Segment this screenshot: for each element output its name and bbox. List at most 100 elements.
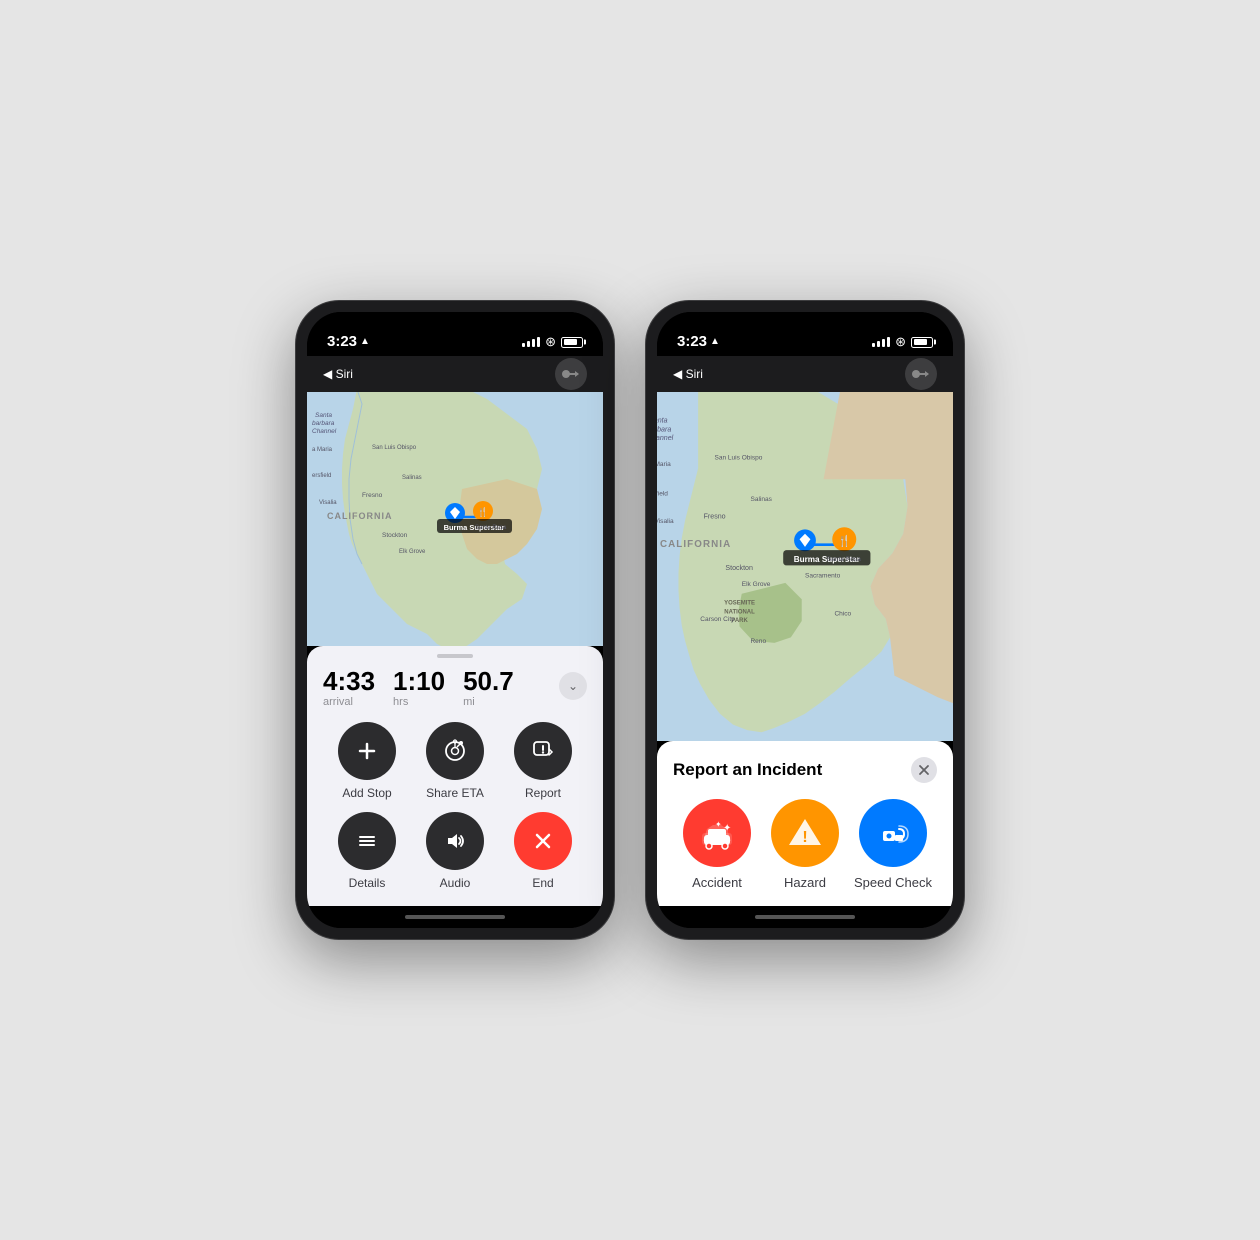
right-map-area: 🍴 Burma Superstar Santa barbara Channel …: [657, 392, 953, 741]
left-phone: 3:23 ▲ ⊛: [295, 300, 615, 940]
left-bottom-sheet: 4:33 arrival 1:10 hrs 50.7 mi ⌄: [307, 646, 603, 906]
share-eta-icon: [443, 739, 467, 763]
end-button[interactable]: End: [499, 812, 587, 890]
left-home-bar: [307, 906, 603, 928]
svg-text:barbara: barbara: [312, 420, 335, 427]
svg-text:Channel: Channel: [657, 434, 674, 442]
svg-text:CALIFORNIA: CALIFORNIA: [327, 511, 393, 521]
svg-text:Santa: Santa: [657, 417, 668, 425]
svg-text:San Luis Obispo: San Luis Obispo: [372, 445, 417, 451]
nav-arrow-icon: [555, 358, 587, 390]
details-label: Details: [349, 876, 386, 890]
plus-icon: [356, 740, 378, 762]
accident-button[interactable]: ✦ ✦ Accident: [673, 799, 761, 890]
incident-options-grid: ✦ ✦ Accident !: [673, 799, 937, 890]
speed-check-label: Speed Check: [854, 875, 932, 890]
share-eta-label: Share ETA: [426, 786, 484, 800]
svg-text:San Luis Obispo: San Luis Obispo: [714, 455, 762, 462]
wifi-icon: ⊛: [545, 334, 556, 350]
left-map-area: 🍴 Burma Superstar Santa barbara Channel …: [307, 392, 603, 646]
speed-check-icon: [875, 815, 911, 851]
svg-text:a Maria: a Maria: [312, 447, 333, 453]
share-eta-button[interactable]: Share ETA: [411, 722, 499, 800]
expand-chevron-button[interactable]: ⌄: [559, 672, 587, 700]
map-svg: 🍴 Burma Superstar Santa barbara Channel …: [307, 392, 603, 646]
svg-text:Elk Grove: Elk Grove: [742, 581, 771, 588]
svg-text:Visalia: Visalia: [319, 500, 337, 506]
right-home-bar: [657, 906, 953, 928]
svg-text:Salinas: Salinas: [750, 496, 772, 503]
right-wifi-icon: ⊛: [895, 334, 906, 350]
svg-text:barbara: barbara: [657, 425, 671, 433]
svg-text:Visalia: Visalia: [657, 518, 674, 525]
location-arrow-icon: ▲: [360, 336, 370, 347]
audio-button[interactable]: Audio: [411, 812, 499, 890]
right-phone: 3:23 ▲ ⊛: [645, 300, 965, 940]
accident-label: Accident: [692, 875, 742, 890]
incident-title: Report an Incident: [673, 760, 822, 780]
svg-text:NATIONAL: NATIONAL: [724, 609, 755, 615]
svg-text:Fresno: Fresno: [362, 492, 383, 499]
incident-panel: Report an Incident: [657, 741, 953, 906]
svg-text:✦: ✦: [715, 820, 722, 829]
add-stop-button[interactable]: Add Stop: [323, 722, 411, 800]
svg-text:✦: ✦: [723, 823, 731, 834]
left-map: 🍴 Burma Superstar Santa barbara Channel …: [307, 392, 603, 646]
svg-text:Santa Rosa: Santa Rosa: [475, 525, 507, 531]
svg-text:Channel: Channel: [312, 428, 337, 435]
svg-text:Salinas: Salinas: [402, 475, 422, 481]
battery-icon: [561, 337, 583, 348]
right-status-icons: ⊛: [872, 334, 933, 350]
svg-text:Elk Grove: Elk Grove: [399, 549, 426, 555]
svg-text:a Maria: a Maria: [657, 461, 671, 468]
sheet-handle: [437, 654, 473, 658]
incident-close-button[interactable]: [911, 757, 937, 783]
audio-label: Audio: [440, 876, 471, 890]
right-siri-back-button[interactable]: ◀ Siri: [673, 367, 703, 381]
action-grid: Add Stop: [323, 722, 587, 890]
right-nav-arrow-icon: [905, 358, 937, 390]
right-map: 🍴 Burma Superstar Santa barbara Channel …: [657, 392, 953, 741]
details-button[interactable]: Details: [323, 812, 411, 890]
svg-text:ersfield: ersfield: [657, 491, 668, 498]
svg-text:Stockton: Stockton: [725, 564, 753, 572]
right-location-arrow-icon: ▲: [710, 336, 720, 347]
incident-header: Report an Incident: [673, 757, 937, 783]
hazard-label: Hazard: [784, 875, 826, 890]
left-time: 3:23 ▲: [327, 333, 370, 350]
svg-text:Carson City: Carson City: [700, 616, 735, 623]
right-top-nav: ◀ Siri: [657, 356, 953, 392]
svg-text:Reno: Reno: [750, 638, 766, 645]
speed-check-button[interactable]: Speed Check: [849, 799, 937, 890]
details-icon: [356, 830, 378, 852]
accident-icon: ✦ ✦: [699, 815, 735, 851]
svg-text:ersfield: ersfield: [312, 473, 331, 479]
svg-text:YOSEMITE: YOSEMITE: [724, 601, 755, 607]
audio-icon: [444, 830, 466, 852]
svg-text:Fresno: Fresno: [704, 513, 726, 521]
end-label: End: [532, 876, 553, 890]
signal-icon: [522, 337, 540, 347]
right-notch: [745, 312, 865, 340]
phones-container: 3:23 ▲ ⊛: [295, 300, 965, 940]
svg-text:🍴: 🍴: [837, 535, 851, 548]
eta-arrival: 4:33 arrival: [323, 668, 375, 708]
end-icon: [532, 830, 554, 852]
report-button[interactable]: Report: [499, 722, 587, 800]
add-stop-label: Add Stop: [342, 786, 391, 800]
right-time: 3:23 ▲: [677, 333, 720, 350]
siri-back-button[interactable]: ◀ Siri: [323, 367, 353, 381]
right-signal-icon: [872, 337, 890, 347]
svg-text:CALIFORNIA: CALIFORNIA: [660, 539, 731, 550]
eta-distance: 50.7 mi: [463, 668, 514, 708]
notch: [395, 312, 515, 340]
eta-duration: 1:10 hrs: [393, 668, 445, 708]
svg-text:🍴: 🍴: [477, 506, 488, 518]
right-map-svg: 🍴 Burma Superstar Santa barbara Channel …: [657, 392, 953, 741]
eta-row: 4:33 arrival 1:10 hrs 50.7 mi ⌄: [323, 668, 587, 708]
svg-text:Chico: Chico: [834, 611, 851, 618]
hazard-button[interactable]: ! Hazard: [761, 799, 849, 890]
report-icon: [532, 740, 554, 762]
svg-text:Santa Rosa: Santa Rosa: [827, 556, 861, 563]
svg-text:Stockton: Stockton: [382, 532, 408, 539]
